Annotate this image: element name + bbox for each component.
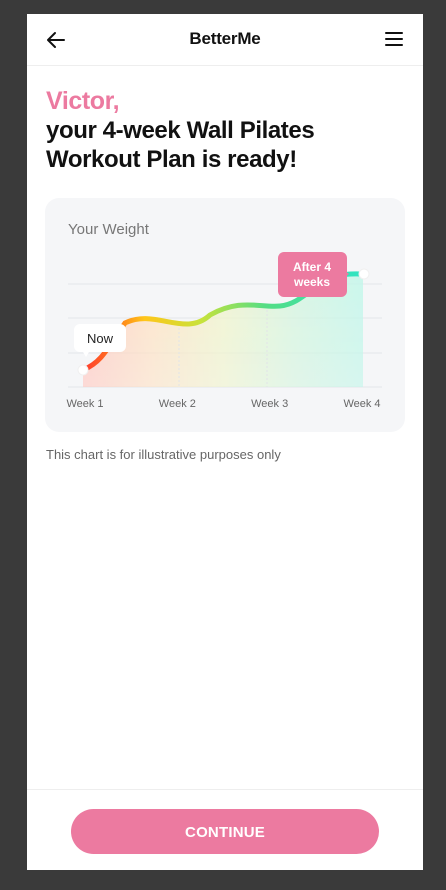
end-point: [358, 268, 370, 280]
now-label-text: Now: [87, 331, 114, 346]
after-label-line2: weeks: [293, 275, 330, 289]
weight-chart: Now After 4 weeks Week 1 Week 2 Week 3 Week…: [66, 252, 382, 410]
disclaimer-text: This chart is for illustrative purposes …: [46, 447, 281, 462]
brand-logo: BetterMe: [189, 29, 261, 48]
x-tick-label: Week 3: [251, 398, 288, 410]
headline: Victor, your 4-week Wall Pilates Workout…: [46, 86, 406, 174]
x-tick-label: Week 1: [66, 398, 103, 410]
plan-title: your 4-week Wall Pilates Workout Plan is…: [46, 117, 315, 173]
app-screen: BetterMe Victor, your 4-week Wall Pilate…: [27, 14, 423, 870]
bottom-bar: CONTINUE: [27, 789, 423, 870]
x-tick-label: Week 2: [159, 398, 196, 410]
top-bar: BetterMe: [27, 14, 423, 66]
hamburger-menu-icon: [385, 32, 403, 46]
x-axis-ticks: Week 1 Week 2 Week 3 Week 4: [66, 398, 380, 410]
continue-button[interactable]: CONTINUE: [71, 809, 379, 854]
menu-button[interactable]: [385, 32, 403, 48]
after-label: After 4 weeks: [278, 252, 349, 297]
x-tick-label: Week 4: [343, 398, 380, 410]
start-point: [77, 364, 89, 376]
after-label-line1: After 4: [293, 260, 331, 274]
weight-chart-card: Your Weight Now After 4 weeks Week 1 Wee…: [45, 198, 405, 432]
user-name: Victor,: [46, 87, 120, 115]
